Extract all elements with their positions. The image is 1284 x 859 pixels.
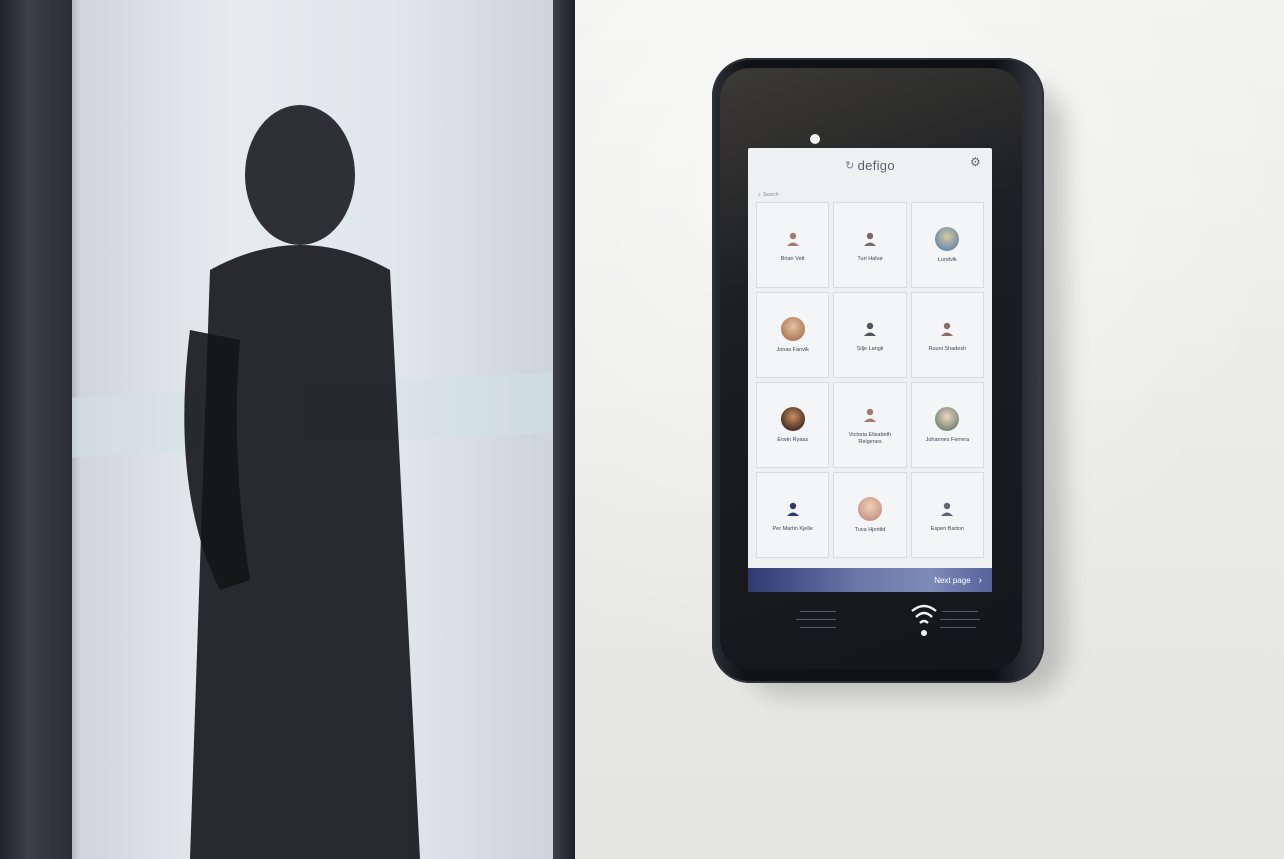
touch-screen: ↻ defigo ⚙ ⌕ Search Brian Vett Turi Halv… bbox=[748, 148, 992, 592]
person-icon bbox=[782, 498, 804, 520]
avatar bbox=[857, 496, 882, 521]
resident-tile[interactable]: Jonas Fanvik bbox=[756, 292, 830, 378]
avatar bbox=[935, 406, 960, 431]
person-icon bbox=[936, 498, 958, 520]
person-icon bbox=[859, 228, 881, 250]
avatar bbox=[935, 226, 960, 251]
door-frame bbox=[0, 0, 72, 859]
wireless-icon bbox=[911, 604, 937, 636]
resident-name: Ruuni Shadesh bbox=[928, 345, 967, 352]
chevron-right-icon: › bbox=[978, 574, 982, 586]
glass-door bbox=[0, 0, 575, 859]
resident-name: Victoria Elisabeth Reigenes bbox=[848, 432, 892, 445]
resident-name: Brian Vett bbox=[780, 255, 805, 262]
person-icon bbox=[782, 228, 804, 250]
intercom-device: ↻ defigo ⚙ ⌕ Search Brian Vett Turi Halv… bbox=[712, 58, 1044, 683]
search-link[interactable]: ⌕ Search bbox=[758, 192, 779, 198]
resident-tile[interactable]: Turi Halvø bbox=[833, 202, 907, 288]
search-label: Search bbox=[762, 192, 779, 198]
resident-grid: Brian Vett Turi Halvø Lundvik Jonas Fanv… bbox=[756, 202, 984, 558]
resident-name: Tuva Hjertild bbox=[854, 526, 886, 533]
resident-name: Espen Barton bbox=[930, 525, 964, 532]
brand-name: defigo bbox=[857, 157, 895, 173]
gear-icon[interactable]: ⚙ bbox=[970, 155, 984, 169]
resident-name: Lundvik bbox=[937, 256, 957, 263]
logo-mark-icon: ↻ bbox=[845, 159, 855, 172]
resident-tile[interactable]: Espen Barton bbox=[910, 472, 984, 558]
camera-icon bbox=[810, 134, 820, 144]
speaker-grille bbox=[790, 603, 980, 643]
resident-tile[interactable]: Per Martin Kjelle bbox=[756, 472, 830, 558]
device-front-panel: ↻ defigo ⚙ ⌕ Search Brian Vett Turi Halv… bbox=[720, 68, 1022, 669]
person-reflection bbox=[184, 105, 420, 859]
resident-name: Johannes Ferrera bbox=[925, 436, 970, 443]
resident-tile[interactable]: Lundvik bbox=[910, 202, 984, 288]
resident-tile[interactable]: Tuva Hjertild bbox=[833, 472, 907, 558]
resident-name: Erwin Ryaas bbox=[777, 436, 809, 443]
resident-name: Per Martin Kjelle bbox=[772, 525, 813, 532]
brand-logo: ↻ defigo bbox=[845, 158, 895, 173]
avatar bbox=[780, 316, 805, 341]
person-icon bbox=[936, 318, 958, 340]
next-page-button[interactable]: Next page › bbox=[748, 568, 992, 592]
resident-tile[interactable]: Victoria Elisabeth Reigenes bbox=[833, 382, 907, 468]
next-page-label: Next page bbox=[934, 575, 971, 585]
resident-tile[interactable]: Johannes Ferrera bbox=[910, 382, 984, 468]
resident-tile[interactable]: Erwin Ryaas bbox=[756, 382, 830, 468]
door-frame-edge bbox=[553, 0, 575, 859]
person-icon bbox=[859, 404, 881, 426]
resident-tile[interactable]: Silje Langli bbox=[833, 292, 907, 378]
resident-name: Turi Halvø bbox=[857, 255, 883, 262]
avatar bbox=[780, 406, 805, 431]
resident-tile[interactable]: Ruuni Shadesh bbox=[910, 292, 984, 378]
screen-header: ↻ defigo ⚙ bbox=[748, 148, 992, 182]
person-icon bbox=[859, 318, 881, 340]
resident-name: Jonas Fanvik bbox=[776, 346, 809, 353]
resident-name: Silje Langli bbox=[856, 345, 884, 352]
search-icon: ⌕ bbox=[758, 192, 761, 198]
resident-tile[interactable]: Brian Vett bbox=[756, 202, 830, 288]
